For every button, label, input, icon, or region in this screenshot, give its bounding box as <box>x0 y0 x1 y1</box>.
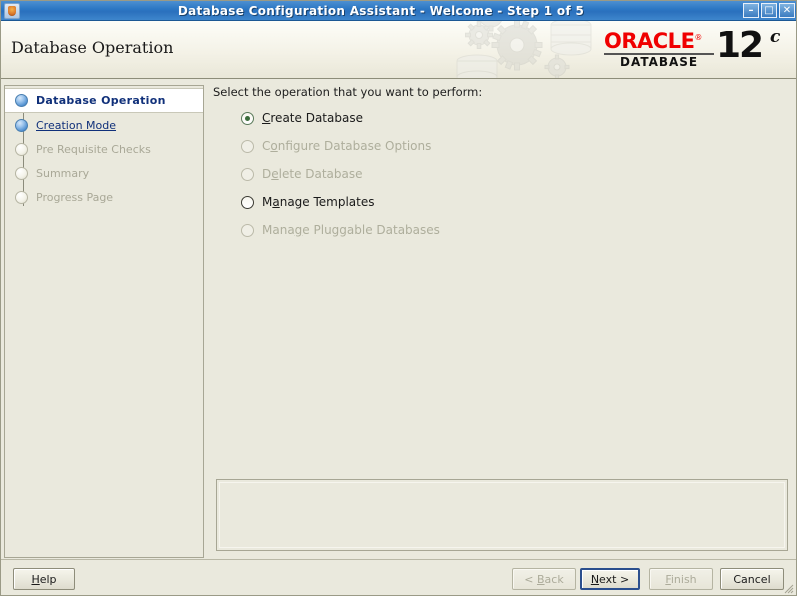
next-button-label: Next > <box>590 572 630 586</box>
step-bullet-icon <box>15 166 28 180</box>
wizard-steps-sidebar: Database Operation Creation Mode Pre Req… <box>4 85 204 558</box>
button-mnemonic: N <box>590 572 600 586</box>
oracle-product-name: DATABASE <box>620 55 699 69</box>
window-controls: – □ ✕ <box>743 3 795 18</box>
main-content: Select the operation that you want to pe… <box>213 85 793 558</box>
sidebar-item-database-operation[interactable]: Database Operation <box>5 88 203 113</box>
sidebar-item-label: Pre Requisite Checks <box>36 142 151 156</box>
oracle-version: 12 <box>716 25 764 66</box>
help-button-label: Help <box>31 572 57 586</box>
radio-unselected-icon[interactable] <box>241 195 254 209</box>
wizard-steps-list: Database Operation Creation Mode Pre Req… <box>5 86 203 209</box>
help-button[interactable]: Help <box>13 568 75 590</box>
oracle-edition: c <box>770 27 781 47</box>
resize-grip-icon[interactable] <box>782 582 794 594</box>
radio-label-rest: nfigure Database Options <box>277 139 432 153</box>
maximize-button[interactable]: □ <box>761 3 777 18</box>
oracle-logo: ORACLE® DATABASE 12 c <box>604 25 788 73</box>
step-bullet-icon <box>15 94 28 107</box>
radio-mnemonic: o <box>270 139 278 153</box>
page-header: Database Operation ORACLE® DATABASE 12 c <box>1 21 796 79</box>
radio-label-pre: M <box>262 195 273 209</box>
radio-unselected-icon <box>241 167 254 181</box>
java-coffee-cup-icon <box>4 2 20 19</box>
radio-label-rest: nage Templates <box>279 195 375 209</box>
step-bullet-icon <box>15 190 28 204</box>
step-bullet-icon <box>15 142 28 156</box>
radio-label: Manage Pluggable Databases <box>262 223 440 237</box>
window-title: Database Configuration Assistant - Welco… <box>177 3 585 18</box>
radio-label-pre: D <box>262 167 272 181</box>
radio-label-pre: Mana <box>262 223 295 237</box>
radio-label-rest: reate Database <box>270 111 363 125</box>
sidebar-item-label: Summary <box>36 166 90 180</box>
cancel-button-label: Cancel <box>733 572 771 586</box>
minimize-button[interactable]: – <box>743 3 759 18</box>
sidebar-item-progress-page: Progress Page <box>5 185 203 209</box>
radio-mnemonic: a <box>272 195 280 209</box>
sidebar-item-summary: Summary <box>5 161 203 185</box>
sidebar-item-creation-mode[interactable]: Creation Mode <box>5 113 203 137</box>
radio-label: Create Database <box>262 111 363 125</box>
radio-selected-icon[interactable] <box>241 111 254 125</box>
oracle-wordmark-text: ORACLE <box>604 29 695 53</box>
sidebar-item-pre-requisite-checks: Pre Requisite Checks <box>5 137 203 161</box>
back-button-label: < Back <box>524 572 564 586</box>
registered-trademark-icon: ® <box>694 33 702 42</box>
message-panel-inner <box>219 482 785 548</box>
radio-label: Configure Database Options <box>262 139 431 153</box>
finish-button-label: Finish <box>665 572 697 586</box>
finish-button: Finish <box>649 568 713 590</box>
sidebar-item-label[interactable]: Creation Mode <box>36 119 116 132</box>
close-button[interactable]: ✕ <box>779 3 795 18</box>
radio-unselected-icon <box>241 139 254 153</box>
radio-option-delete-database: Delete Database <box>241 160 440 188</box>
radio-option-configure-database-options: Configure Database Options <box>241 132 440 160</box>
operation-radio-group: Create Database Configure Database Optio… <box>241 104 440 244</box>
back-button: < Back <box>512 568 576 590</box>
page-title: Database Operation <box>11 38 174 57</box>
minimize-icon: – <box>748 5 754 16</box>
maximize-icon: □ <box>764 5 774 16</box>
oracle-wordmark: ORACLE® <box>604 29 702 53</box>
step-bullet-icon <box>15 118 28 132</box>
footer-toolbar: Help < Back Next > Finish Cancel <box>1 560 796 595</box>
radio-label: Manage Templates <box>262 195 375 209</box>
radio-label-rest: lete Database <box>278 167 363 181</box>
radio-label: Delete Database <box>262 167 363 181</box>
close-icon: ✕ <box>782 5 792 16</box>
operation-prompt-label: Select the operation that you want to pe… <box>213 85 483 99</box>
sidebar-item-label: Database Operation <box>36 94 166 107</box>
cancel-button[interactable]: Cancel <box>720 568 784 590</box>
button-mnemonic: B <box>537 572 545 586</box>
window-titlebar: Database Configuration Assistant - Welco… <box>1 1 796 21</box>
radio-unselected-icon <box>241 223 254 237</box>
radio-label-rest: e Pluggable Databases <box>302 223 440 237</box>
message-panel <box>216 479 788 551</box>
radio-option-create-database[interactable]: Create Database <box>241 104 440 132</box>
radio-option-manage-templates[interactable]: Manage Templates <box>241 188 440 216</box>
sidebar-item-label: Progress Page <box>36 190 114 204</box>
radio-option-manage-pluggable-databases: Manage Pluggable Databases <box>241 216 440 244</box>
next-button[interactable]: Next > <box>580 568 640 590</box>
gears-watermark-icon <box>456 21 592 78</box>
radio-mnemonic: e <box>271 167 279 181</box>
dbca-window: Database Configuration Assistant - Welco… <box>0 0 797 596</box>
button-mnemonic: H <box>31 572 40 586</box>
